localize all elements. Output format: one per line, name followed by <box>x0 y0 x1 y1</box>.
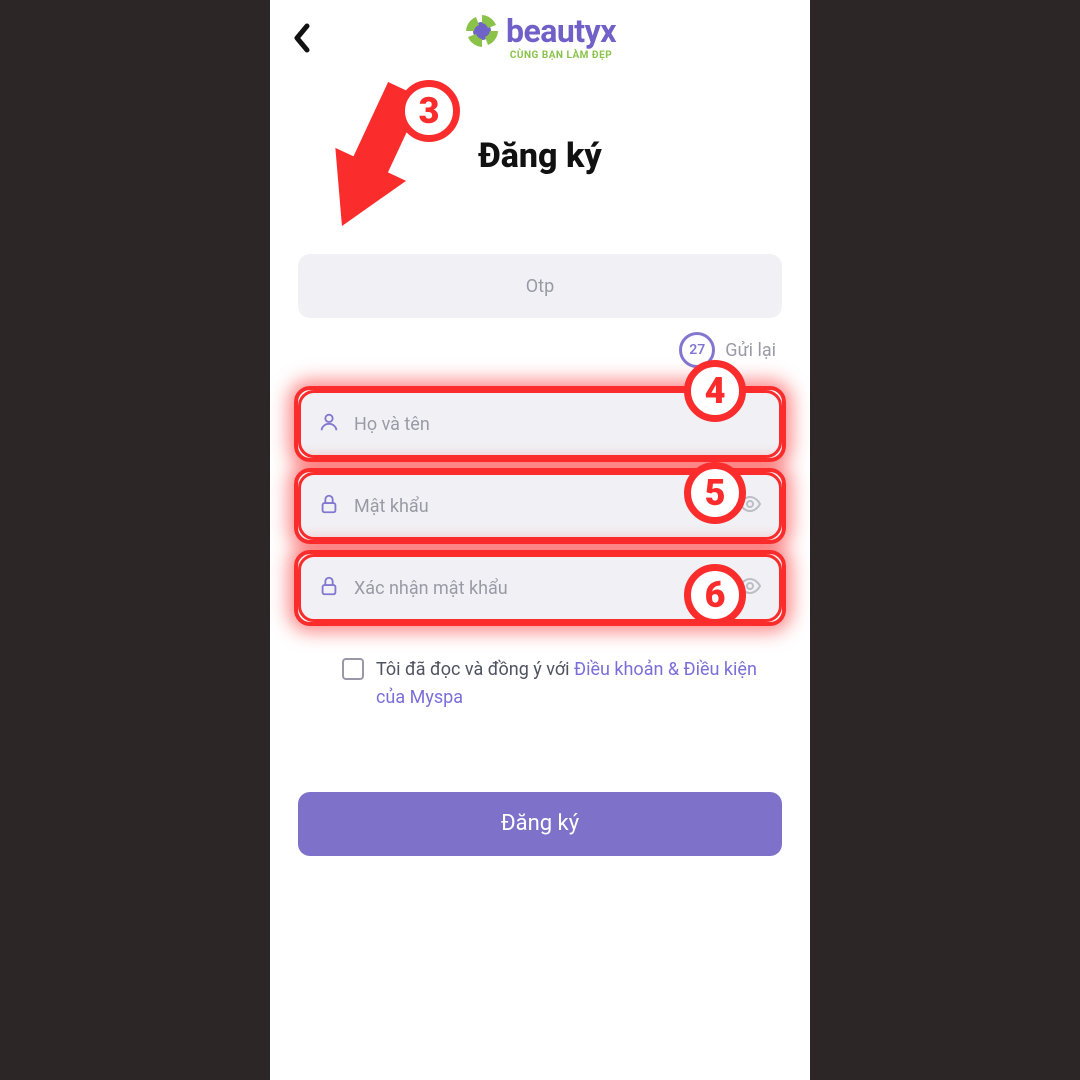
otp-input[interactable] <box>318 276 762 297</box>
terms-row: Tôi đã đọc và đồng ý với Điều khoản & Đi… <box>298 638 782 712</box>
resend-row: 27 Gửi lại <box>298 328 782 372</box>
top-bar: beautyx CÙNG BẠN LÀM ĐẸP <box>286 0 794 74</box>
eye-icon[interactable] <box>738 574 762 602</box>
resend-link[interactable]: Gửi lại <box>725 340 776 361</box>
otp-field[interactable] <box>298 254 782 318</box>
phone-frame: beautyx CÙNG BẠN LÀM ĐẸP Đăng ký 27 Gửi … <box>270 0 810 1080</box>
terms-text: Tôi đã đọc và đồng ý với Điều khoản & Đi… <box>376 656 762 712</box>
eye-icon[interactable] <box>738 492 762 520</box>
lock-icon <box>318 575 340 601</box>
password-field[interactable] <box>298 474 782 538</box>
logo-mark-icon <box>464 13 500 49</box>
chevron-left-icon <box>292 23 312 53</box>
countdown-badge: 27 <box>679 332 715 368</box>
brand-logo: beautyx CÙNG BẠN LÀM ĐẸP <box>464 13 616 61</box>
confirm-password-input[interactable] <box>354 578 738 599</box>
user-icon <box>318 411 340 437</box>
logo-tagline: CÙNG BẠN LÀM ĐẸP <box>510 51 612 61</box>
fullname-input[interactable] <box>354 414 762 435</box>
terms-checkbox[interactable] <box>342 658 364 680</box>
confirm-password-field[interactable] <box>298 556 782 620</box>
fullname-field[interactable] <box>298 392 782 456</box>
password-input[interactable] <box>354 496 738 517</box>
logo-word: beautyx <box>506 15 616 47</box>
back-button[interactable] <box>292 22 312 62</box>
signup-button[interactable]: Đăng ký <box>298 792 782 856</box>
page-title: Đăng ký <box>286 136 794 176</box>
lock-icon <box>318 493 340 519</box>
signup-form: 27 Gửi lại <box>286 254 794 712</box>
